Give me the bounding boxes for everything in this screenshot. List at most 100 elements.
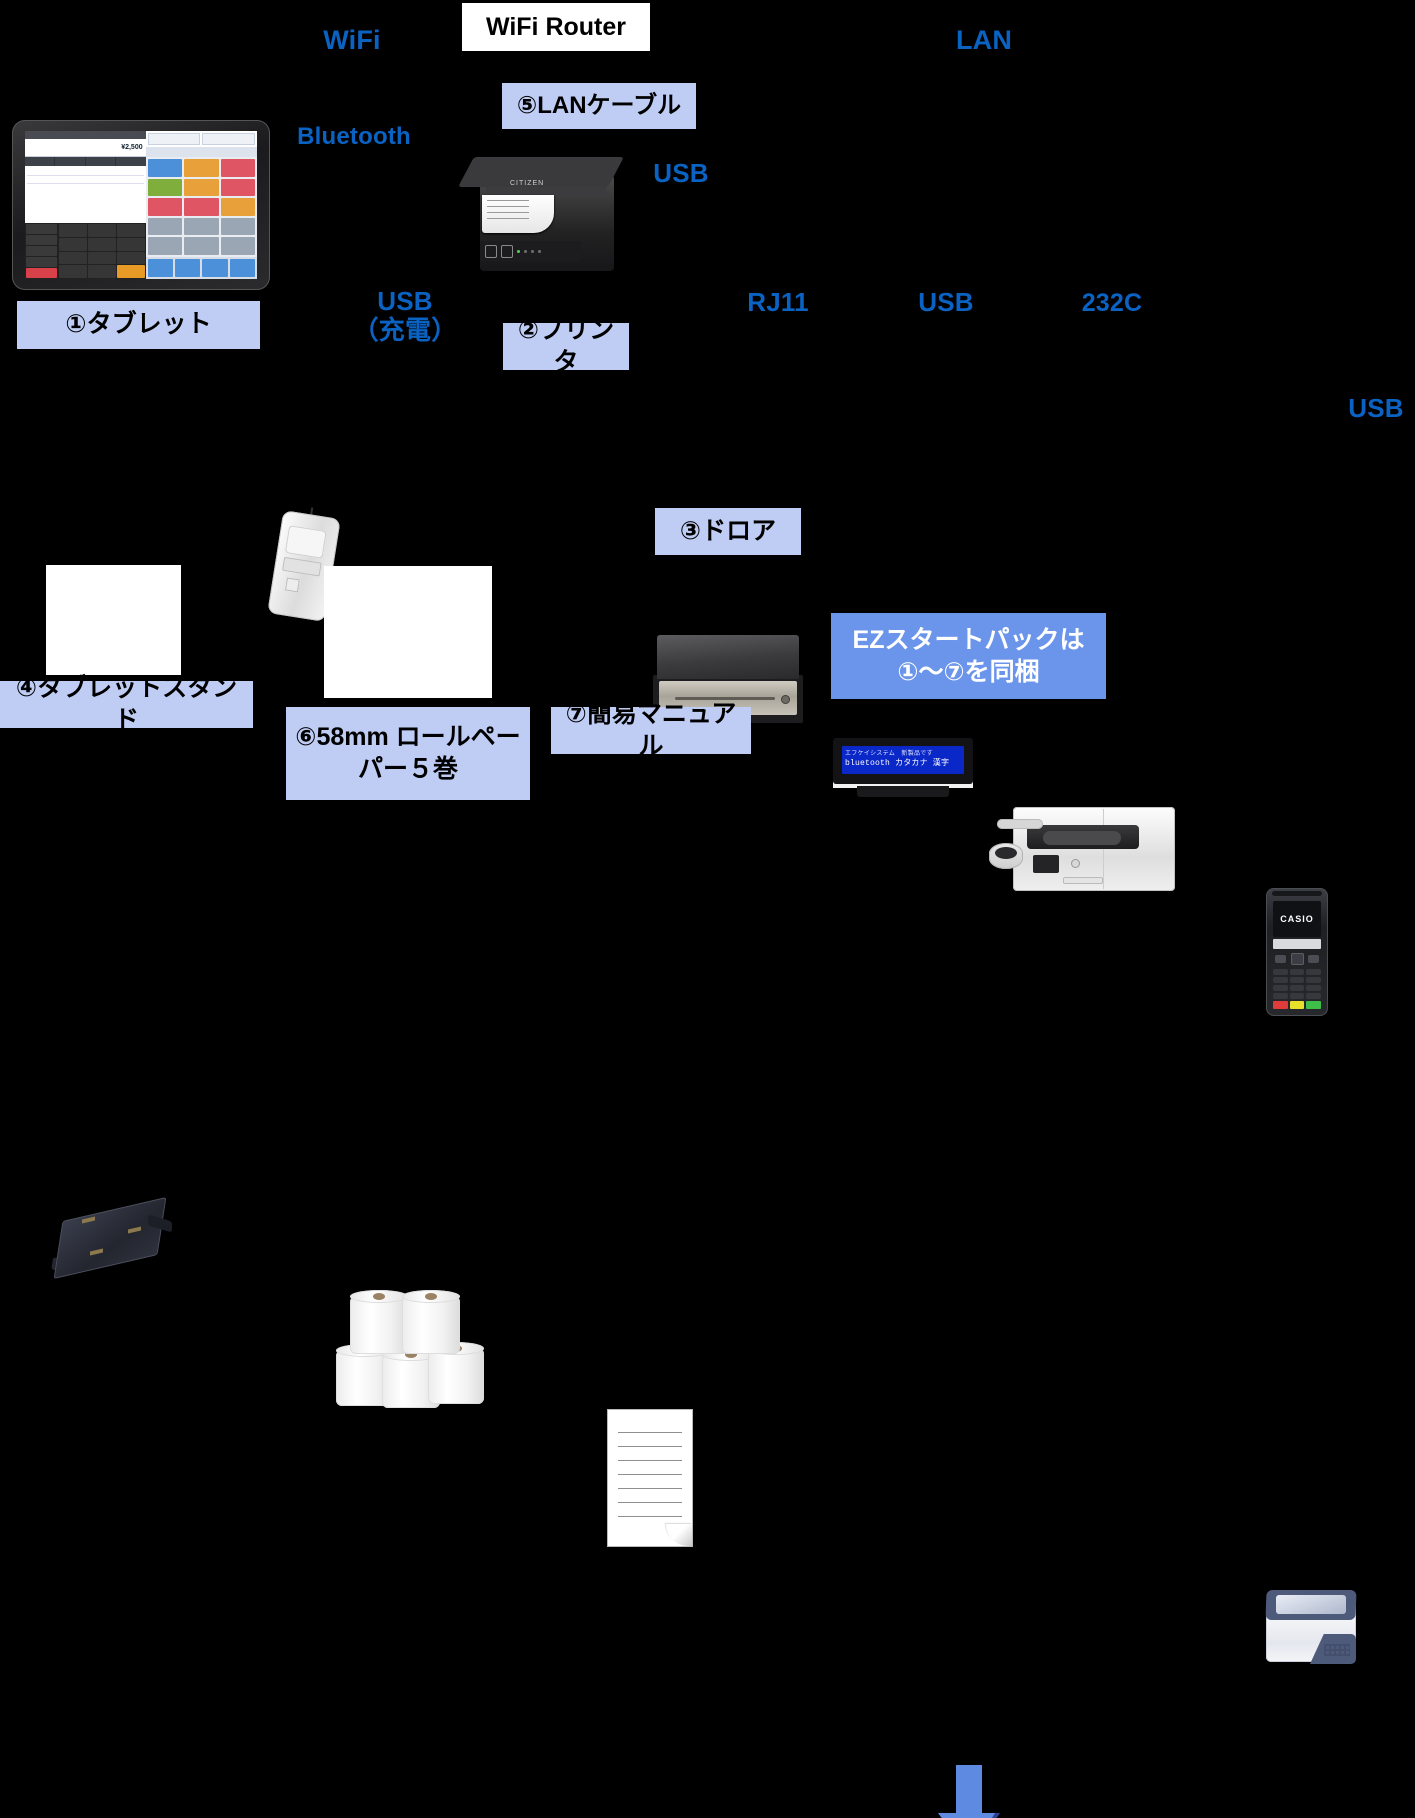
arrow-head [938,1813,1000,1818]
terminal-function-keys [1273,1001,1321,1009]
connection-label-usb-top: USB [653,158,709,188]
tablet-key-enter [116,265,145,278]
recycler-knob [1071,859,1080,868]
terminal-key [1273,977,1288,983]
device-printer: CITIZEN [458,157,626,275]
device-box-barcode-scanner [1258,1584,1364,1670]
arrow-stem [956,1765,982,1817]
tablet-key [58,224,87,237]
tablet-key [26,224,57,234]
tablet-search-header [145,131,257,147]
down-arrow-icon [938,1765,1000,1818]
printer-control-panel [480,241,581,261]
display-screen: エフケイシステム 新製品です bluetooth カタカナ 漢字 [842,746,964,774]
paper-rolls-photo [324,566,492,698]
printer-brand-label: CITIZEN [510,180,545,187]
printer-led [538,249,541,253]
callout-printer: ②プリンタ [503,316,629,376]
terminal-soft-key [1308,955,1319,963]
menu-button [184,159,219,177]
menu-button [147,217,183,236]
callout-tablet: ①タブレット [17,301,260,349]
tablet-tab [55,157,85,166]
menu-button [184,198,219,216]
paper-roll [402,1290,460,1354]
scanner-window [284,525,327,559]
terminal-screen: CASIO [1273,901,1321,937]
recycler-tray [1063,877,1103,884]
display-stand [857,786,949,797]
tablet-key [116,224,145,237]
printer-led [524,249,527,253]
device-tablet-stand [48,1194,178,1286]
device-tablet: ¥2,500 [12,120,270,290]
scanner-key [284,577,300,593]
tablet-action [202,259,228,277]
box-scanner-speaker-grill [1324,1644,1350,1656]
tablet-action [229,259,255,277]
callout-drawer: ③ドロア [655,508,801,555]
tablet-action-bar [145,257,257,279]
drawer-lock-icon [781,695,790,704]
printer-receipt-paper [482,195,554,233]
callout-tablet-stand: ④タブレットスタンド [0,674,253,734]
terminal-clear-key [1289,1001,1305,1009]
tablet-order-row [27,168,144,176]
drawer-top-surface [657,635,799,679]
tablet-action [147,259,173,277]
terminal-key [1306,985,1321,991]
terminal-key [1306,977,1321,983]
tablet-key [116,237,145,251]
device-paper-rolls [324,1282,492,1410]
device-quick-manual [608,1410,692,1546]
stand-plate [53,1196,167,1280]
tablet-keypad-numbers [58,223,146,279]
terminal-key [1289,977,1305,983]
connection-label-wifi: WiFi [323,25,381,55]
tablet-key [87,251,116,265]
terminal-sub-display [1273,939,1321,949]
tablet-total-row: ¥2,500 [25,139,146,157]
device-cash-recycler [985,797,1175,901]
connection-label-rj11: RJ11 [747,287,809,317]
tablet-tab [25,157,55,166]
tablet-keypad-left [25,223,58,279]
recycler-note-slot [1043,831,1121,845]
tablet-search-field [147,133,201,145]
recycler-coin-cup [989,843,1023,869]
menu-button [184,178,219,197]
menu-button [184,217,219,236]
terminal-enter-key [1306,1001,1321,1009]
terminal-dpad [1290,953,1304,965]
tablet-search-field [202,133,255,145]
display-line-2: bluetooth カタカナ 漢字 [845,759,950,768]
tablet-key [58,251,87,265]
recycler-coin-slot [1033,855,1059,873]
tablet-key [58,265,87,278]
box-scanner-window [1276,1595,1346,1614]
callout-paper-rolls: ⑥58mm ロールペーパー５巻 [286,707,530,800]
display-line-1: エフケイシステム 新製品です [845,751,933,757]
callout-lan-cable: ⑤LANケーブル [502,83,696,129]
connection-label-usb-right: USB [1348,393,1404,423]
connection-label-lan: LAN [955,25,1013,55]
tablet-key [26,257,57,267]
printer-button [501,244,513,258]
ez-start-pack-banner: EZスタートパックは ①～⑦を同梱 [831,613,1106,699]
recycler-seam [1103,809,1104,889]
wifi-router-box: WiFi Router [462,3,650,51]
tablet-total-value: ¥2,500 [121,144,143,151]
tablet-keypad [25,223,146,279]
terminal-soft-key [1275,955,1286,963]
tablet-key [26,246,57,256]
manual-page-curl [666,1524,692,1546]
printer-led [517,249,520,253]
connection-label-usb-mid: USB [918,287,974,317]
terminal-key [1273,993,1288,999]
printer-button [485,244,497,258]
printer-led [531,249,534,253]
terminal-key [1289,969,1305,975]
terminal-brand-label: CASIO [1280,914,1314,924]
terminal-cancel-key [1273,1001,1288,1009]
menu-button [220,159,255,177]
